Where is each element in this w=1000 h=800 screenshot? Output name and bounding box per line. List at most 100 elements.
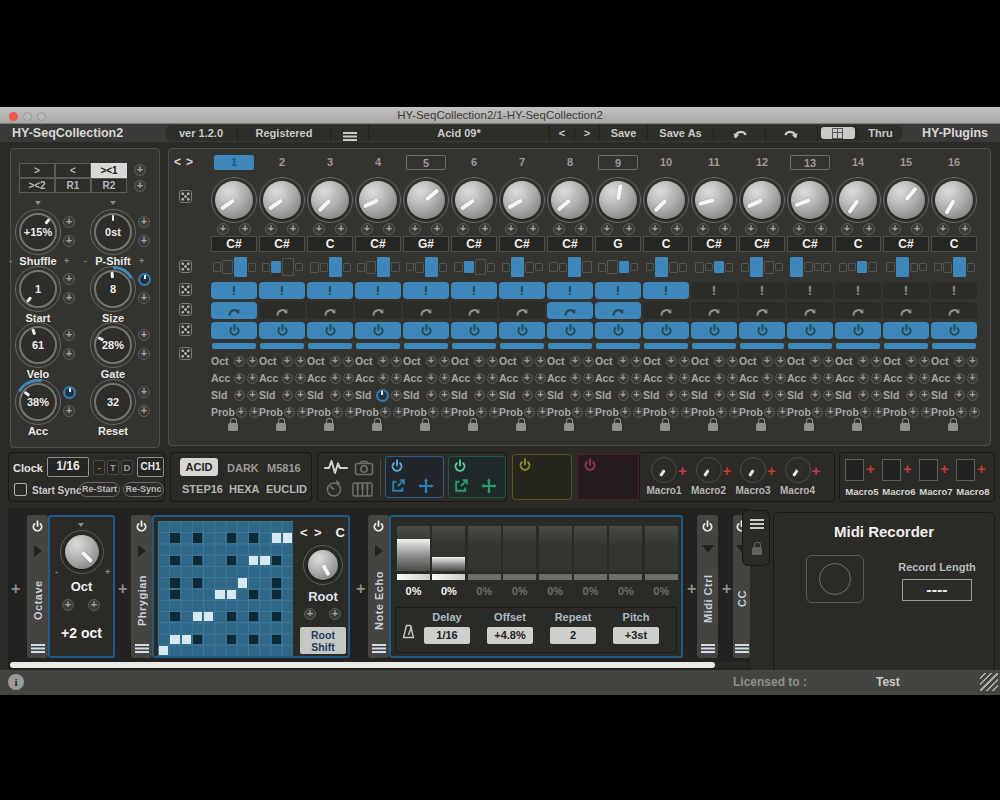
step-note[interactable]: C# (451, 236, 497, 252)
mod-add-button[interactable] (719, 223, 731, 235)
randomize-row-icon[interactable] (179, 260, 192, 273)
step-accent-button[interactable]: ! (931, 282, 977, 299)
step-gate-button[interactable] (259, 322, 305, 339)
step-gate-button[interactable] (403, 322, 449, 339)
step-note[interactable]: G# (403, 236, 449, 252)
minus-button[interactable] (618, 390, 629, 401)
step-length-bar[interactable] (884, 343, 928, 349)
mod-add-button[interactable] (138, 348, 150, 360)
minus-button[interactable] (860, 407, 871, 418)
minus-button[interactable] (572, 407, 583, 418)
step-note[interactable]: C (931, 236, 977, 252)
echo-param-value[interactable]: 1/16 (424, 627, 470, 644)
drag-icon[interactable] (481, 478, 497, 494)
mod-add-button[interactable] (623, 223, 635, 235)
step-pitch-knob[interactable] (599, 181, 637, 219)
minus-button[interactable] (330, 390, 341, 401)
step-length-bar[interactable] (932, 343, 976, 349)
snapshot-icon[interactable] (354, 460, 374, 476)
step-accent-button[interactable]: ! (211, 282, 257, 299)
step-length-bar[interactable] (308, 343, 352, 349)
plus-button[interactable] (631, 390, 642, 401)
direction-button-2[interactable]: ><1 (91, 163, 127, 178)
macro-assign-button[interactable]: + (767, 462, 776, 479)
step-gate-button[interactable] (643, 322, 689, 339)
plus-button[interactable] (823, 356, 834, 367)
echo-level-bar[interactable] (609, 526, 642, 571)
step-pitch-knob[interactable] (743, 181, 781, 219)
step-note[interactable]: C# (883, 236, 929, 252)
step-length-bar[interactable] (356, 343, 400, 349)
step-gate-button[interactable] (835, 322, 881, 339)
step-slide-button[interactable] (307, 302, 353, 319)
minus-button[interactable] (954, 356, 965, 367)
step-lock-icon[interactable] (660, 423, 670, 431)
step-number[interactable]: 1 (214, 155, 254, 170)
step-length-bar[interactable] (692, 343, 736, 349)
minus-button[interactable] (954, 373, 965, 384)
minus-button[interactable] (810, 390, 821, 401)
plus-button[interactable] (329, 608, 341, 620)
add-module-button[interactable]: + (11, 580, 20, 598)
modules-scrollbar-thumb[interactable] (10, 662, 715, 668)
direction-button-5[interactable]: R2 (91, 178, 127, 193)
macro-assign-button[interactable]: + (903, 460, 912, 477)
minus-button[interactable] (282, 373, 293, 384)
mod-add-button[interactable] (265, 223, 277, 235)
step-slide-button[interactable] (643, 302, 689, 319)
add-module-button[interactable]: + (722, 580, 731, 598)
collapse-icon[interactable] (702, 545, 714, 553)
minus-button[interactable] (304, 608, 316, 620)
minus-button[interactable] (522, 356, 533, 367)
step-accent-button[interactable]: ! (547, 282, 593, 299)
minus-button[interactable] (810, 356, 821, 367)
root-prev-button[interactable]: < (300, 525, 308, 540)
mod-add-button[interactable] (287, 223, 299, 235)
plus-button[interactable] (391, 373, 402, 384)
minus-button[interactable] (476, 407, 487, 418)
step-pitch-knob[interactable] (407, 181, 445, 219)
add-module-button[interactable]: + (118, 580, 127, 598)
step-pitch-knob[interactable] (839, 181, 877, 219)
step-pitch-knob[interactable] (887, 181, 925, 219)
minus-button[interactable] (714, 390, 725, 401)
plus-button[interactable] (535, 390, 546, 401)
minus-button[interactable] (570, 390, 581, 401)
minus-button[interactable] (666, 356, 677, 367)
step-length-bar[interactable] (836, 343, 880, 349)
plus-button[interactable] (295, 356, 306, 367)
step-length-bar[interactable] (596, 343, 640, 349)
redo-button[interactable] (765, 125, 817, 141)
minus-button[interactable] (764, 407, 775, 418)
step-velocity-sliders[interactable] (354, 255, 402, 279)
direction-button-3[interactable]: ><2 (19, 178, 55, 193)
minus-button[interactable] (812, 407, 823, 418)
step-number[interactable]: 10 (646, 155, 686, 170)
step-accent-button[interactable]: ! (739, 282, 785, 299)
plus-button[interactable] (679, 390, 690, 401)
step-number[interactable]: 2 (262, 155, 302, 170)
plus-button[interactable] (247, 373, 258, 384)
mod-add-button[interactable] (527, 223, 539, 235)
lock-icon[interactable] (752, 547, 762, 555)
mod-add-button[interactable] (134, 180, 146, 192)
mod-add-button[interactable] (815, 223, 827, 235)
randomize-row-icon[interactable] (179, 303, 192, 316)
step-note[interactable]: C# (787, 236, 833, 252)
add-module-button[interactable]: + (687, 580, 696, 598)
step-lock-icon[interactable] (516, 423, 526, 431)
menu-icon[interactable] (750, 519, 764, 521)
mode-step16[interactable]: STEP16 (182, 483, 223, 495)
macro8-button[interactable] (956, 459, 975, 481)
plus-button[interactable] (391, 390, 402, 401)
echo-level-bar[interactable] (503, 526, 536, 571)
plus-button[interactable] (969, 407, 980, 418)
step-lock-icon[interactable] (564, 423, 574, 431)
macro2-knob[interactable] (701, 462, 717, 478)
step-lock-icon[interactable] (900, 423, 910, 431)
minus-button[interactable] (714, 373, 725, 384)
module-power-button[interactable] (135, 519, 148, 537)
step-slide-button[interactable] (595, 302, 641, 319)
minus-button[interactable] (570, 356, 581, 367)
plus-button[interactable] (583, 373, 594, 384)
